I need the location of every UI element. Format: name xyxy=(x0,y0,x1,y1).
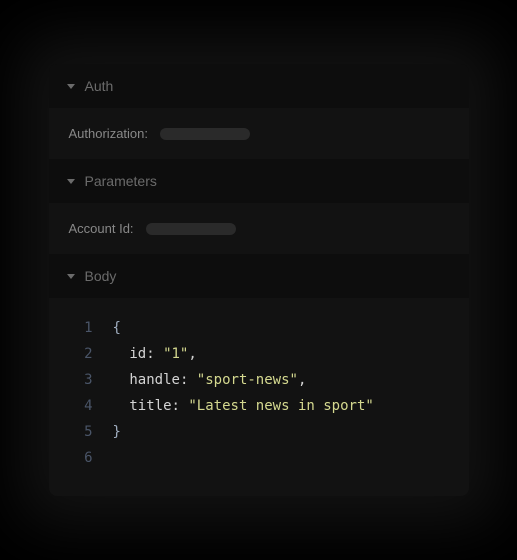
body-section-title: Body xyxy=(85,268,117,284)
parameters-section-body: Account Id: xyxy=(49,203,469,254)
code-line: 2 id: "1", xyxy=(69,342,449,368)
chevron-down-icon xyxy=(67,179,75,184)
line-number: 1 xyxy=(69,316,93,342)
code-line: 4 title: "Latest news in sport" xyxy=(69,394,449,420)
line-content: { xyxy=(113,316,121,342)
line-content: id: "1", xyxy=(113,342,197,368)
line-content: handle: "sport-news", xyxy=(113,368,307,394)
request-panel: Auth Authorization: Parameters Account I… xyxy=(49,64,469,495)
code-line: 1{ xyxy=(69,316,449,342)
authorization-label: Authorization: xyxy=(69,126,149,141)
line-content: } xyxy=(113,420,121,446)
authorization-input[interactable] xyxy=(160,128,250,140)
line-number: 3 xyxy=(69,368,93,394)
auth-section-title: Auth xyxy=(85,78,114,94)
code-line: 3 handle: "sport-news", xyxy=(69,368,449,394)
auth-section-body: Authorization: xyxy=(49,108,469,159)
account-id-input[interactable] xyxy=(146,223,236,235)
authorization-field-row: Authorization: xyxy=(69,126,449,141)
line-number: 6 xyxy=(69,446,93,472)
line-number: 2 xyxy=(69,342,93,368)
code-line: 6 xyxy=(69,446,449,472)
chevron-down-icon xyxy=(67,84,75,89)
parameters-section-title: Parameters xyxy=(85,173,157,189)
line-number: 5 xyxy=(69,420,93,446)
account-id-label: Account Id: xyxy=(69,221,134,236)
body-section-header[interactable]: Body xyxy=(49,254,469,298)
line-number: 4 xyxy=(69,394,93,420)
code-line: 5} xyxy=(69,420,449,446)
line-content: title: "Latest news in sport" xyxy=(113,394,374,420)
parameters-section-header[interactable]: Parameters xyxy=(49,159,469,203)
body-code-editor[interactable]: 1{2 id: "1",3 handle: "sport-news",4 tit… xyxy=(49,298,469,495)
chevron-down-icon xyxy=(67,274,75,279)
auth-section-header[interactable]: Auth xyxy=(49,64,469,108)
account-id-field-row: Account Id: xyxy=(69,221,449,236)
